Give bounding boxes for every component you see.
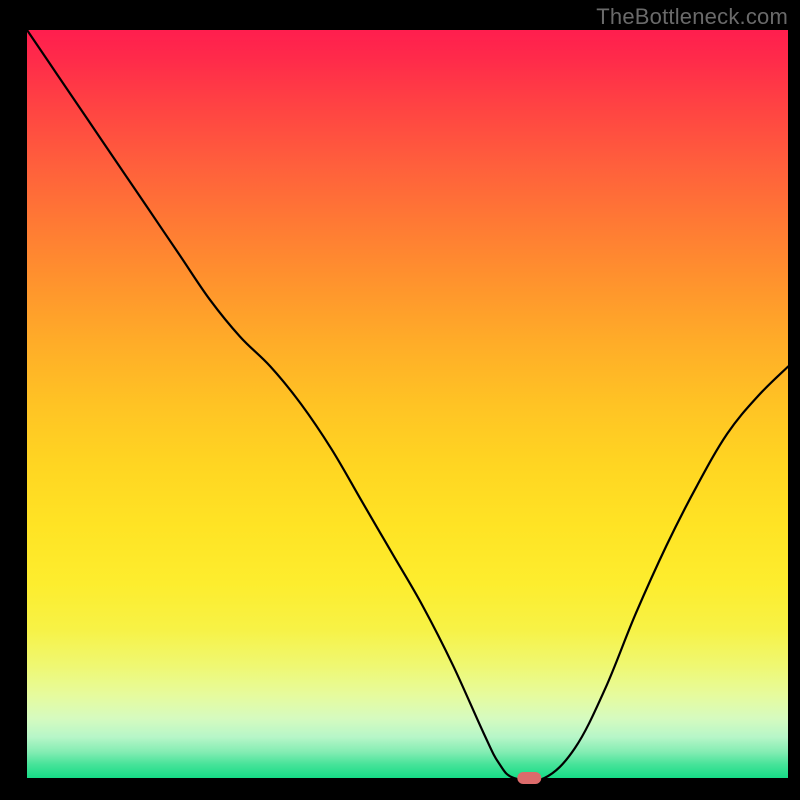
bottleneck-chart	[0, 0, 800, 800]
site-watermark: TheBottleneck.com	[596, 4, 788, 30]
optimal-point-marker	[517, 772, 541, 784]
gradient-background	[27, 30, 788, 778]
